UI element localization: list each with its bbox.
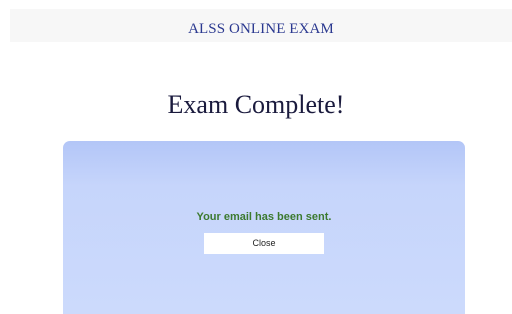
header-bar: ALSS ONLINE EXAM <box>10 9 512 42</box>
result-panel: Your email has been sent. Close <box>63 141 465 314</box>
page-title: Exam Complete! <box>167 90 345 119</box>
email-sent-message: Your email has been sent. <box>196 211 332 223</box>
site-title: ALSS ONLINE EXAM <box>188 21 334 37</box>
close-button[interactable]: Close <box>204 233 324 254</box>
